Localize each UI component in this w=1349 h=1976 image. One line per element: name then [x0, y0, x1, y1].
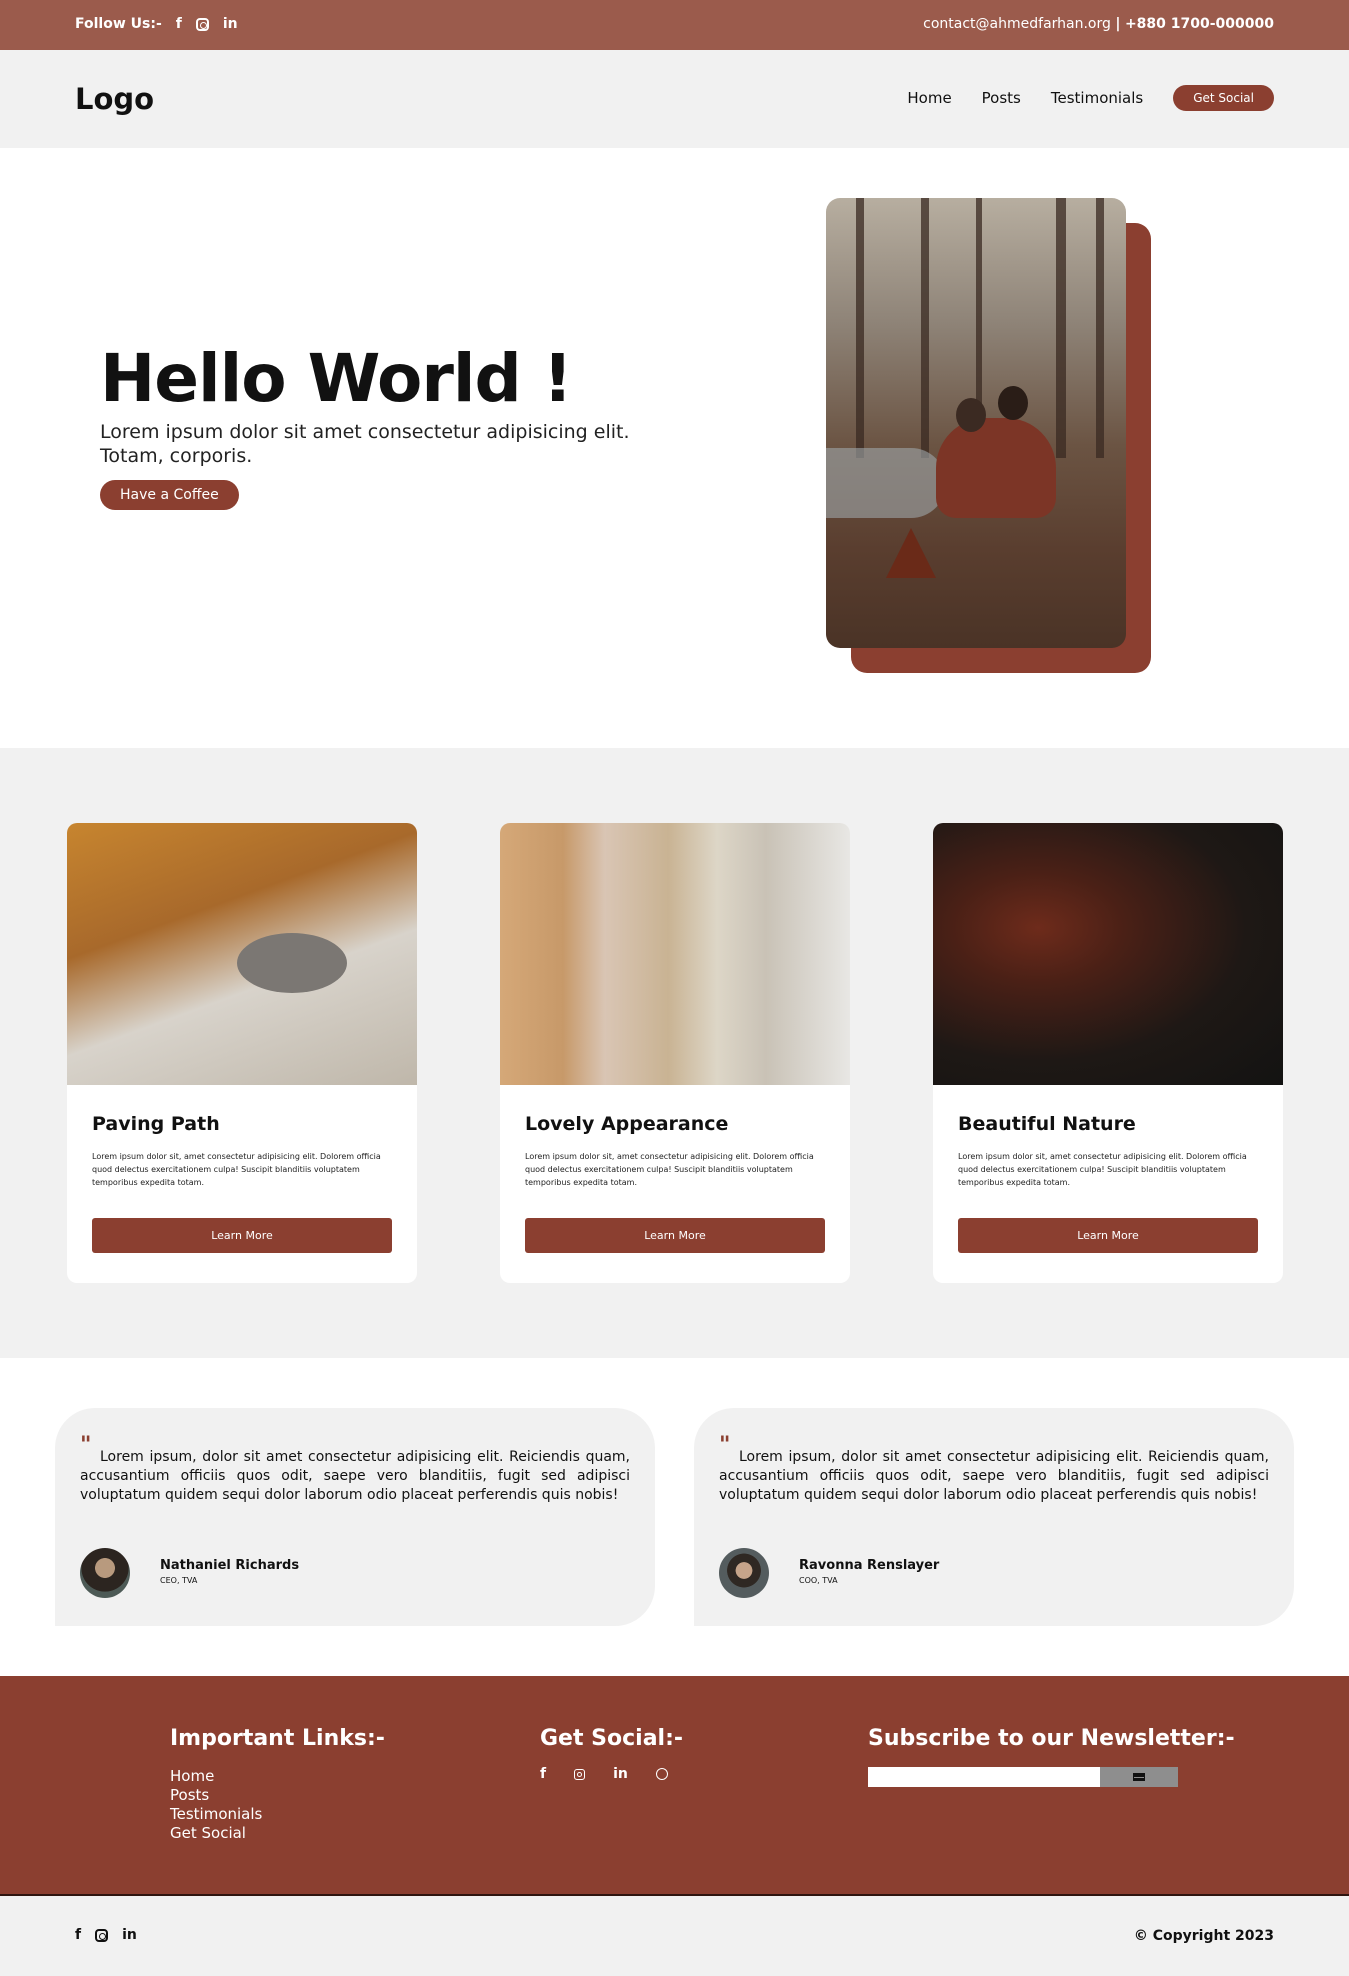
footer-link-posts[interactable]: Posts [170, 1786, 385, 1805]
learn-more-button[interactable]: Learn More [92, 1218, 392, 1253]
post-title: Beautiful Nature [958, 1113, 1136, 1135]
newsletter-submit-button[interactable] [1100, 1767, 1178, 1787]
top-bar: Follow Us:- f in contact@ahmedfarhan.org… [0, 0, 1349, 50]
footer-social-column: Get Social:- f in [540, 1726, 683, 1781]
follow-label: Follow Us:- [75, 16, 162, 32]
post-card: Lovely Appearance Lorem ipsum dolor sit,… [500, 823, 850, 1283]
dribbble-icon[interactable] [655, 1768, 668, 1780]
hero-section: Hello World ! Lorem ipsum dolor sit amet… [0, 148, 1349, 748]
learn-more-button[interactable]: Learn More [525, 1218, 825, 1253]
newsletter-title: Subscribe to our Newsletter:- [868, 1726, 1235, 1751]
instagram-icon[interactable] [195, 17, 209, 31]
post-image [933, 823, 1283, 1085]
linkedin-icon[interactable]: in [122, 1928, 137, 1942]
envelope-icon [1133, 1773, 1145, 1781]
contact-separator: | [1115, 16, 1121, 32]
have-a-coffee-button[interactable]: Have a Coffee [100, 480, 239, 510]
post-text: Lorem ipsum dolor sit, amet consectetur … [958, 1152, 1247, 1187]
footer-link-get-social[interactable]: Get Social [170, 1824, 385, 1843]
post-card: Paving Path Lorem ipsum dolor sit, amet … [67, 823, 417, 1283]
post-title: Lovely Appearance [525, 1113, 729, 1135]
footer-links-title: Important Links:- [170, 1726, 385, 1751]
hero-text: Lorem ipsum dolor sit amet consectetur a… [100, 421, 630, 467]
facebook-icon[interactable]: f [75, 1928, 81, 1942]
testimonials-section: " Lorem ipsum, dolor sit amet consectetu… [0, 1358, 1349, 1676]
bottom-social-icons: f in [75, 1928, 137, 1942]
footer-links: Home Posts Testimonials Get Social [170, 1767, 385, 1843]
copyright: © Copyright 2023 [1133, 1928, 1274, 1944]
linkedin-icon[interactable]: in [223, 17, 238, 31]
post-title: Paving Path [92, 1113, 220, 1135]
testimonial-role: COO, TVA [799, 1576, 838, 1585]
hero-image [826, 198, 1126, 648]
contact-phone[interactable]: +880 1700-000000 [1125, 16, 1274, 32]
newsletter-form [868, 1767, 1235, 1787]
testimonial-card: " Lorem ipsum, dolor sit amet consectetu… [55, 1408, 655, 1626]
learn-more-button[interactable]: Learn More [958, 1218, 1258, 1253]
contact-email[interactable]: contact@ahmedfarhan.org [923, 16, 1111, 32]
avatar [80, 1548, 130, 1598]
footer-link-home[interactable]: Home [170, 1767, 385, 1786]
follow-us: Follow Us:- f in [75, 16, 238, 32]
logo[interactable]: Logo [75, 82, 154, 116]
nav-testimonials[interactable]: Testimonials [1051, 89, 1143, 107]
avatar [719, 1548, 769, 1598]
testimonial-text: Lorem ipsum, dolor sit amet consectetur … [719, 1449, 1269, 1503]
bottom-bar: f in © Copyright 2023 [0, 1896, 1349, 1976]
post-image [500, 823, 850, 1085]
instagram-icon[interactable] [574, 1768, 586, 1780]
hero-title: Hello World ! [100, 340, 573, 417]
get-social-button[interactable]: Get Social [1173, 85, 1274, 111]
facebook-icon[interactable]: f [540, 1767, 546, 1781]
instagram-icon[interactable] [95, 1928, 109, 1942]
footer-links-column: Important Links:- Home Posts Testimonial… [170, 1726, 385, 1843]
post-image [67, 823, 417, 1085]
nav-posts[interactable]: Posts [982, 89, 1021, 107]
posts-section: Paving Path Lorem ipsum dolor sit, amet … [0, 748, 1349, 1358]
footer-social-title: Get Social:- [540, 1726, 684, 1751]
footer-newsletter-column: Subscribe to our Newsletter:- [868, 1726, 1235, 1787]
post-text: Lorem ipsum dolor sit, amet consectetur … [92, 1152, 381, 1187]
main-nav: Home Posts Testimonials Get Social [907, 85, 1274, 111]
testimonial-name: Ravonna Renslayer [799, 1558, 940, 1573]
facebook-icon[interactable]: f [176, 17, 182, 31]
testimonial-card: " Lorem ipsum, dolor sit amet consectetu… [694, 1408, 1294, 1626]
linkedin-icon[interactable]: in [613, 1767, 628, 1781]
site-footer: Important Links:- Home Posts Testimonial… [0, 1676, 1349, 1896]
nav-home[interactable]: Home [907, 89, 951, 107]
testimonial-role: CEO, TVA [160, 1576, 198, 1585]
contact-info: contact@ahmedfarhan.org | +880 1700-0000… [923, 16, 1274, 32]
post-card: Beautiful Nature Lorem ipsum dolor sit, … [933, 823, 1283, 1283]
testimonial-text: Lorem ipsum, dolor sit amet consectetur … [80, 1449, 630, 1503]
site-header: Logo Home Posts Testimonials Get Social [0, 50, 1349, 148]
testimonial-name: Nathaniel Richards [160, 1558, 300, 1573]
post-text: Lorem ipsum dolor sit, amet consectetur … [525, 1152, 814, 1187]
footer-social-icons: f in [540, 1767, 683, 1781]
newsletter-email-input[interactable] [868, 1767, 1100, 1787]
footer-link-testimonials[interactable]: Testimonials [170, 1805, 385, 1824]
